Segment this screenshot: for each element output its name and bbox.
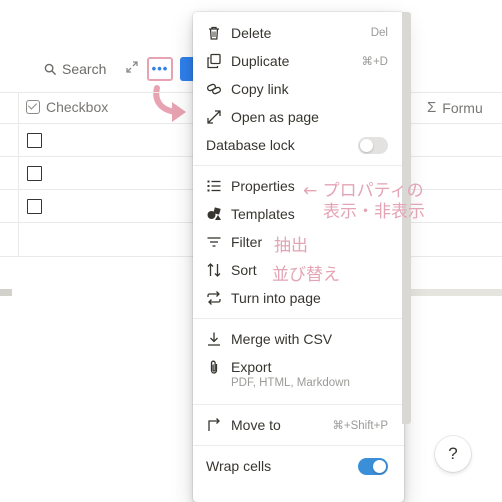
menu-item-turn-into-page[interactable]: Turn into page — [193, 284, 404, 312]
menu-item-merge-csv-label: Merge with CSV — [231, 331, 333, 347]
column-header-formula[interactable]: Σ Formu — [427, 99, 483, 116]
database-lock-toggle[interactable] — [358, 137, 388, 154]
menu-item-open-as-page-label: Open as page — [231, 109, 319, 125]
link-icon — [206, 83, 222, 95]
toggle-knob — [373, 460, 386, 473]
help-label: ? — [448, 444, 458, 463]
menu-item-database-lock[interactable]: Database lock — [193, 131, 404, 159]
row-checkbox[interactable] — [27, 166, 42, 181]
menu-item-move-to[interactable]: Move to ⌘+Shift+P — [193, 411, 404, 439]
menu-item-copy-link[interactable]: Copy link — [193, 75, 404, 103]
search-button[interactable]: Search — [44, 61, 106, 77]
convert-arrows-icon — [207, 291, 221, 305]
menu-item-move-to-shortcut: ⌘+Shift+P — [332, 420, 388, 432]
row-checkbox[interactable] — [27, 199, 42, 214]
database-options-menu: Delete Del Duplicate ⌘+D Copy link Open … — [193, 12, 404, 502]
menu-divider — [193, 165, 404, 166]
menu-divider — [193, 404, 404, 405]
menu-item-sort-label: Sort — [231, 262, 257, 278]
menu-item-duplicate[interactable]: Duplicate ⌘+D — [193, 47, 404, 75]
menu-item-export[interactable]: Export PDF, HTML, Markdown — [193, 353, 404, 397]
templates-shapes-icon — [207, 207, 221, 220]
search-icon — [44, 63, 57, 75]
menu-item-database-lock-label: Database lock — [206, 137, 295, 153]
menu-item-templates-label: Templates — [231, 206, 295, 222]
menu-item-turn-into-page-label: Turn into page — [231, 290, 321, 306]
menu-item-open-as-page[interactable]: Open as page — [193, 103, 404, 131]
toggle-knob — [360, 139, 373, 152]
menu-item-filter-label: Filter — [231, 234, 263, 250]
menu-divider — [193, 318, 404, 319]
menu-item-move-to-label: Move to — [231, 417, 281, 433]
menu-item-delete-label: Delete — [231, 25, 272, 41]
expand-icon[interactable] — [126, 61, 138, 73]
menu-item-wrap-cells[interactable]: Wrap cells — [193, 452, 404, 480]
paperclip-icon — [210, 360, 218, 374]
checkbox-property-icon — [26, 100, 40, 114]
menu-item-duplicate-shortcut: ⌘+D — [361, 56, 388, 68]
move-to-arrow-icon — [208, 418, 220, 431]
annotation-properties-line2: 表示・非表示 — [323, 202, 425, 222]
horizontal-scrollbar-track[interactable] — [405, 289, 502, 296]
menu-item-export-sublabel: PDF, HTML, Markdown — [231, 377, 350, 389]
database-toolbar: Search — [44, 58, 106, 80]
menu-item-export-label: Export — [231, 359, 272, 375]
menu-item-copy-link-label: Copy link — [231, 81, 289, 97]
sort-arrows-icon — [207, 263, 221, 277]
search-label: Search — [62, 61, 107, 77]
annotation-sort: 並び替え — [272, 265, 340, 285]
menu-item-wrap-cells-label: Wrap cells — [206, 458, 272, 474]
menu-item-duplicate-label: Duplicate — [231, 53, 290, 69]
filter-icon — [207, 237, 221, 247]
ellipsis-icon: ••• — [151, 61, 169, 76]
row-checkbox[interactable] — [27, 133, 42, 148]
trash-icon — [209, 26, 219, 40]
more-options-button[interactable]: ••• — [147, 57, 173, 81]
column-header-formula-label: Formu — [442, 99, 483, 116]
download-icon — [208, 332, 220, 346]
column-header-checkbox-label: Checkbox — [46, 99, 109, 115]
menu-item-delete[interactable]: Delete Del — [193, 19, 404, 47]
properties-list-icon — [207, 180, 221, 192]
menu-divider — [193, 445, 404, 446]
open-arrow-icon — [207, 110, 221, 124]
sigma-icon: Σ — [427, 99, 437, 116]
column-header-checkbox[interactable]: Checkbox — [26, 99, 108, 115]
help-button[interactable]: ? — [435, 436, 471, 472]
menu-item-properties-label: Properties — [231, 178, 295, 194]
horizontal-scrollbar-thumb[interactable] — [0, 289, 12, 296]
wrap-cells-toggle[interactable] — [358, 458, 388, 475]
annotation-filter: 抽出 — [274, 236, 308, 256]
menu-item-delete-shortcut: Del — [370, 27, 388, 39]
duplicate-icon — [207, 53, 221, 69]
menu-item-merge-csv[interactable]: Merge with CSV — [193, 325, 404, 353]
